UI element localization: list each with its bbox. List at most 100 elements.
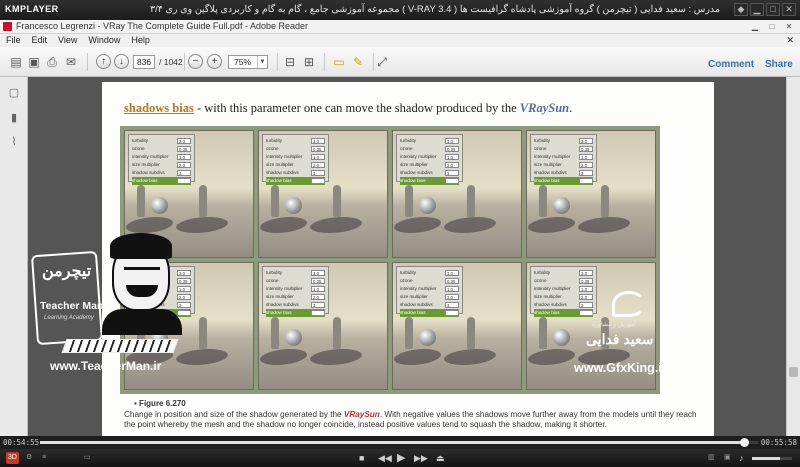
chevron-down-icon[interactable]: ▼ (257, 56, 267, 68)
next-page-button[interactable]: ↓ (114, 54, 129, 69)
param-value: 1.0 (177, 154, 191, 160)
eject-icon[interactable]: ⏏ (436, 452, 445, 464)
param-label: shadow bias (534, 310, 560, 315)
statue-figure (271, 317, 279, 349)
param-row: intensity multiplier 1.0 (266, 153, 325, 161)
3d-button[interactable]: 3D (6, 452, 19, 464)
param-value: 2.0 (311, 294, 325, 300)
param-value: 0.35 (579, 278, 593, 284)
caption-emphasis: VRaySun (343, 410, 380, 419)
param-value: 0.35 (445, 278, 459, 284)
param-label: ozone (400, 146, 413, 151)
param-row: size multiplier 2.0 (132, 161, 191, 169)
shadow-shape (304, 217, 368, 233)
param-label: shadow bias (400, 178, 426, 183)
zoom-select[interactable]: 75% ▼ (228, 55, 268, 69)
shadow-shape (304, 349, 368, 365)
vertical-scrollbar[interactable] (786, 77, 800, 436)
param-label: shadow subdivs (266, 170, 299, 175)
statue-figure (601, 185, 609, 217)
menu-file[interactable]: File (6, 34, 21, 47)
param-row: shadow subdivs 3 (266, 169, 325, 177)
param-label: ozone (266, 278, 279, 283)
seek-bar[interactable] (40, 438, 758, 447)
menu-window[interactable]: Window (88, 34, 120, 47)
stop-icon[interactable]: ■ (359, 452, 364, 464)
fit-page-icon[interactable]: ⊟ (282, 54, 298, 70)
statue-figure (137, 185, 145, 217)
print-icon[interactable]: ⎙ (44, 54, 60, 70)
teacherman-logo-en: Teacher Man (40, 300, 104, 312)
save-icon[interactable]: ▣ (26, 54, 42, 70)
capture-icon[interactable]: ▭ (84, 452, 91, 464)
param-row: turbidity 3.0 (534, 269, 593, 277)
volume-icon[interactable]: ♪ (739, 452, 744, 464)
param-row: ozone 0.35 (266, 277, 325, 285)
param-value: 3.0 (445, 138, 459, 144)
page-thumbnails-icon[interactable]: ▢ (8, 86, 20, 100)
prev-icon[interactable]: ◀◀ (378, 452, 392, 464)
param-row: turbidity 3.0 (266, 137, 325, 145)
chrome-sphere (285, 329, 302, 346)
next-icon[interactable]: ▶▶ (414, 452, 428, 464)
render-cell: turbidity3.0ozone0.35intensity multiplie… (526, 130, 656, 258)
create-pdf-icon[interactable]: ▤ (8, 54, 24, 70)
statue-figure (333, 317, 341, 349)
reader-close-icon[interactable]: ✕ (781, 21, 797, 32)
param-label: shadow bias (266, 310, 292, 315)
sun-parameters-panel: turbidity3.0ozone0.35intensity multiplie… (396, 134, 463, 185)
param-value: 3 (579, 170, 593, 176)
previous-page-button[interactable]: ↑ (96, 54, 111, 69)
reader-maximize-icon[interactable]: □ (764, 21, 780, 32)
minimize-icon[interactable]: ▁ (750, 3, 764, 16)
maximize-icon[interactable]: □ (766, 3, 780, 16)
param-row: turbidity 3.0 (534, 137, 593, 145)
chrome-sphere (285, 197, 302, 214)
fit-width-icon[interactable]: ⊞ (301, 54, 317, 70)
param-value: 1.0 (445, 286, 459, 292)
menu-view[interactable]: View (58, 34, 77, 47)
chrome-sphere (419, 329, 436, 346)
seek-handle[interactable] (740, 438, 750, 447)
param-label: size multiplier (534, 162, 562, 167)
sun-parameters-panel: turbidity3.0ozone0.35intensity multiplie… (128, 134, 195, 185)
param-label: shadow subdivs (400, 170, 433, 175)
page-number-input[interactable]: 836 (133, 55, 155, 69)
screen-icon[interactable]: ▣ (724, 452, 731, 464)
comment-button[interactable]: Comment (708, 59, 754, 70)
param-row: ozone 0.35 (132, 145, 191, 153)
param-label: ozone (266, 146, 279, 151)
adobe-reader-icon (3, 22, 12, 31)
gfxking-mark-icon (612, 291, 646, 317)
playlist-icon[interactable]: ≡ (42, 452, 46, 464)
close-icon[interactable]: ✕ (782, 3, 796, 16)
scrollbar-thumb[interactable] (789, 367, 798, 377)
param-value: 3.0 (445, 270, 459, 276)
attachments-icon[interactable]: ⌇ (8, 135, 20, 149)
reader-minimize-icon[interactable]: ▁ (747, 21, 763, 32)
param-value: 10.0 (311, 178, 325, 184)
play-icon[interactable]: ▶ (397, 452, 405, 464)
pin-icon[interactable]: ◆ (734, 3, 748, 16)
param-value: 1.0 (311, 286, 325, 292)
document-close-icon[interactable]: ✕ (786, 34, 794, 47)
zoom-out-button[interactable]: − (188, 54, 203, 69)
expand-icon[interactable]: ⤢ (374, 54, 390, 70)
settings-icon[interactable]: ⚙ (26, 452, 32, 464)
menu-help[interactable]: Help (131, 34, 150, 47)
equalizer-icon[interactable]: ▥ (708, 452, 715, 464)
email-icon[interactable]: ✉ (63, 54, 79, 70)
bookmarks-icon[interactable]: ▮ (8, 111, 20, 125)
param-row: shadow subdivs 3 (132, 169, 191, 177)
sticky-note-icon[interactable]: ▭ (331, 54, 347, 70)
menu-edit[interactable]: Edit (32, 34, 48, 47)
zoom-in-button[interactable]: + (207, 54, 222, 69)
param-label: shadow subdivs (400, 302, 433, 307)
param-label: intensity multiplier (534, 286, 571, 291)
highlight-icon[interactable]: ✎ (350, 54, 366, 70)
seek-progress (40, 441, 745, 444)
share-button[interactable]: Share (765, 59, 793, 70)
param-row: shadow bias 50.0 (534, 177, 593, 185)
heading-emphasis: VRaySun (519, 101, 570, 115)
volume-slider[interactable] (752, 457, 792, 460)
